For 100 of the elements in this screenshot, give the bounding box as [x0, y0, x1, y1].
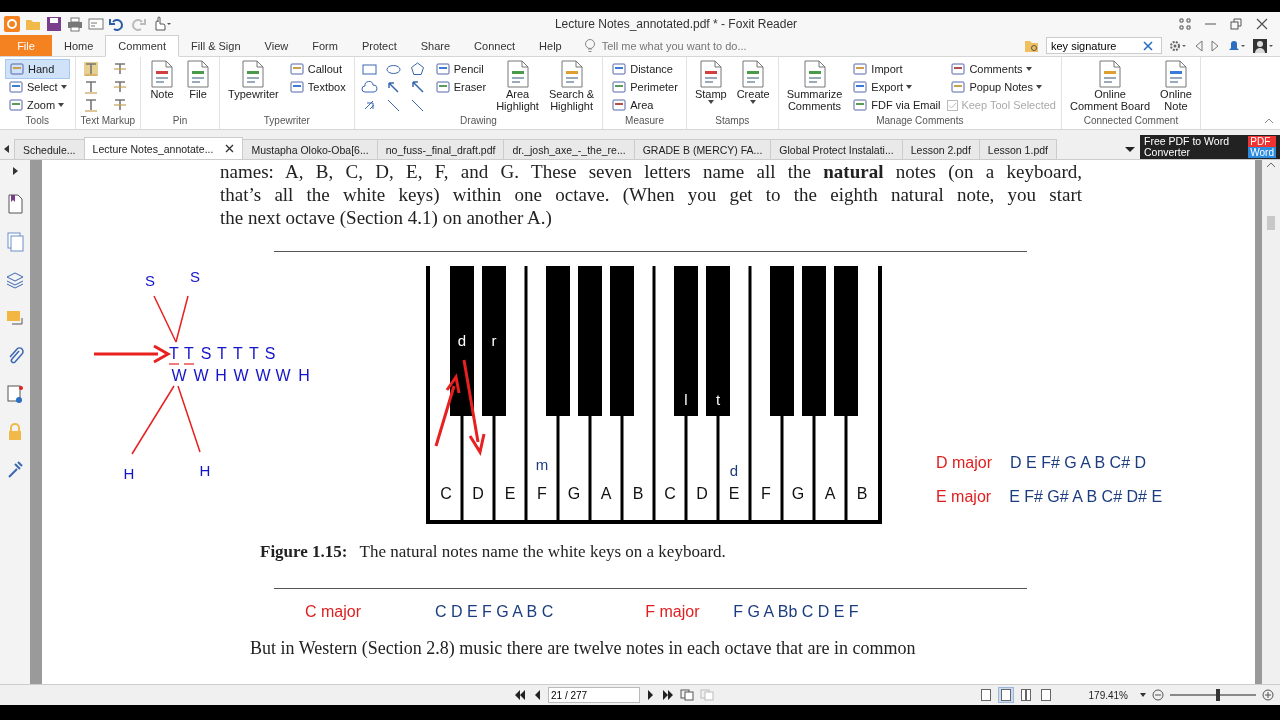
text-markup-icon — [83, 98, 98, 112]
restore-icon — [1230, 17, 1242, 30]
ribbon-button[interactable]: Select — [5, 78, 70, 96]
minimize-icon — [1205, 22, 1216, 25]
ribbon-button[interactable]: Import — [849, 60, 944, 78]
body-text-line: that’s all the white keys) within one octave. (When you get to the eighth natural note, you start — [220, 183, 1082, 206]
ribbon-button[interactable]: Comments — [947, 60, 1056, 78]
body-text-line: the next octave (Section 4.1) on another A.) — [220, 206, 553, 229]
pages-icon — [680, 689, 694, 701]
ribbon-tab[interactable]: Share — [408, 35, 463, 56]
document-tab[interactable]: Mustapha Oloko-Oba[6... — [242, 139, 378, 159]
ribbon-tab[interactable]: Form — [300, 35, 350, 56]
zoom-level: 179.41% — [1088, 689, 1128, 701]
ribbon-button[interactable]: Create — [733, 60, 773, 104]
ribbon-button[interactable]: Typewriter — [225, 60, 282, 100]
ribbon-tab[interactable]: Help — [527, 35, 574, 56]
ribbon-button[interactable]: Online Note — [1157, 60, 1195, 112]
view-mode-button[interactable] — [978, 688, 993, 702]
solfege-label: l — [684, 391, 688, 408]
close-icon — [225, 144, 235, 153]
ribbon-tab[interactable]: Home — [52, 35, 106, 56]
ribbon-button[interactable]: Textbox — [285, 78, 349, 96]
document-tab[interactable]: Global Protect Instalati... — [770, 139, 903, 159]
tool-icon — [434, 61, 451, 77]
group-label: Stamps — [714, 115, 751, 128]
window-title: Lecture Notes_annotated.pdf * - Foxit Reader — [553, 16, 799, 31]
close-icon — [1256, 17, 1268, 30]
document-tab[interactable]: no_fuss-_final_draft.pdf — [376, 139, 505, 159]
lock-icon — [6, 422, 24, 442]
ribbon-button[interactable]: Callout — [285, 60, 349, 78]
ad-banner[interactable]: Free PDF to Word Converter PDF Word — [1140, 135, 1280, 159]
scale-notes: C D E F G A B C — [435, 603, 554, 621]
ribbon-button[interactable]: Search & Highlight — [545, 60, 598, 112]
ribbon-tab[interactable]: Connect — [462, 35, 528, 56]
solfege-label: r — [491, 332, 497, 349]
ribbon-button[interactable]: Eraser — [431, 78, 490, 96]
view-mode-button[interactable] — [998, 688, 1013, 702]
figure-caption: Figure 1.15: The natural notes name the white keys on a keyboard. — [260, 542, 727, 562]
ribbon-button[interactable]: Note — [146, 60, 179, 100]
pages-icon — [6, 232, 24, 252]
page-layout-icon — [1040, 689, 1051, 701]
tell-me-field[interactable]: Tell me what you want to do... — [599, 38, 804, 53]
shape-button[interactable] — [359, 78, 380, 96]
page-layout-icon — [1020, 689, 1031, 701]
zoom-slider[interactable] — [1216, 689, 1221, 701]
ribbon-button[interactable]: Pencil — [431, 60, 490, 78]
ribbon-button[interactable]: FDF via Email — [849, 96, 944, 114]
document-tab[interactable]: Schedule... — [14, 139, 85, 159]
key-label: B — [632, 485, 644, 502]
group-label: Drawing — [459, 115, 498, 128]
ribbon-tab[interactable]: Fill & Sign — [179, 35, 253, 56]
step-label: T — [217, 345, 227, 362]
settings-icon — [1168, 38, 1188, 53]
ribbon-button[interactable]: File — [182, 60, 215, 100]
step-label: S — [200, 345, 212, 362]
interval-label: W — [193, 367, 209, 384]
step-label: T — [183, 345, 195, 365]
ribbon-tab[interactable]: Protect — [349, 35, 409, 56]
checkbox-icon — [947, 99, 959, 111]
ribbon-button[interactable]: Export — [849, 78, 944, 96]
step-label: H — [123, 465, 135, 482]
ribbon-tab[interactable]: View — [252, 35, 301, 56]
document-tab[interactable]: Lesson 1.pdf — [978, 139, 1057, 159]
ribbon-tab[interactable]: Comment — [105, 35, 180, 57]
document-tab[interactable]: Lecture Notes_annotate... — [83, 137, 244, 159]
zoom-in-icon — [1262, 689, 1274, 701]
interval-label: W — [275, 367, 291, 384]
ribbon-button[interactable]: Stamp — [691, 60, 730, 104]
ribbon-button[interactable]: Summarize Comments — [783, 60, 846, 112]
tool-icon — [950, 79, 967, 95]
ribbon-button[interactable]: Popup Notes — [947, 78, 1056, 96]
ribbon-button[interactable]: Zoom — [5, 96, 70, 114]
document-icon — [185, 60, 212, 88]
dropdown-icon — [1140, 692, 1146, 698]
scale-notes: F G A Bb C D E F — [733, 603, 859, 621]
page-number-field[interactable]: 21 / 277 — [548, 687, 640, 703]
ribbon-button[interactable]: Online Comment Board — [1067, 60, 1154, 112]
search-field[interactable]: key signature — [1046, 37, 1162, 54]
scale-notes: D E F# G A B C# D — [1010, 454, 1147, 472]
group-label: Connected Comment — [1082, 115, 1180, 128]
key-label: G — [791, 485, 805, 502]
scrollbar-thumb[interactable] — [1267, 216, 1275, 230]
view-mode-button[interactable] — [1038, 688, 1053, 702]
ribbon-button[interactable]: Distance — [608, 60, 681, 78]
tool-icon — [288, 79, 305, 95]
document-tab[interactable]: GRADE B (MERCY) FA... — [633, 139, 772, 159]
layers-icon — [6, 270, 24, 290]
ribbon-button[interactable]: Hand — [5, 59, 70, 79]
ribbon-button[interactable]: Area Highlight — [493, 60, 542, 112]
view-mode-button[interactable] — [1018, 688, 1033, 702]
interval-label: W — [255, 367, 271, 384]
document-tab[interactable]: dr._josh_axe_-_the_re... — [503, 139, 635, 159]
ribbon-button[interactable]: Area — [608, 96, 681, 114]
solfege-label: d — [457, 332, 467, 349]
window-icon — [88, 15, 104, 32]
document-tab[interactable]: Lesson 2.pdf — [901, 139, 980, 159]
key-label: A — [824, 485, 836, 502]
key-label: F — [761, 485, 771, 502]
ribbon-button[interactable]: Perimeter — [608, 78, 681, 96]
step-label: T — [249, 345, 259, 362]
